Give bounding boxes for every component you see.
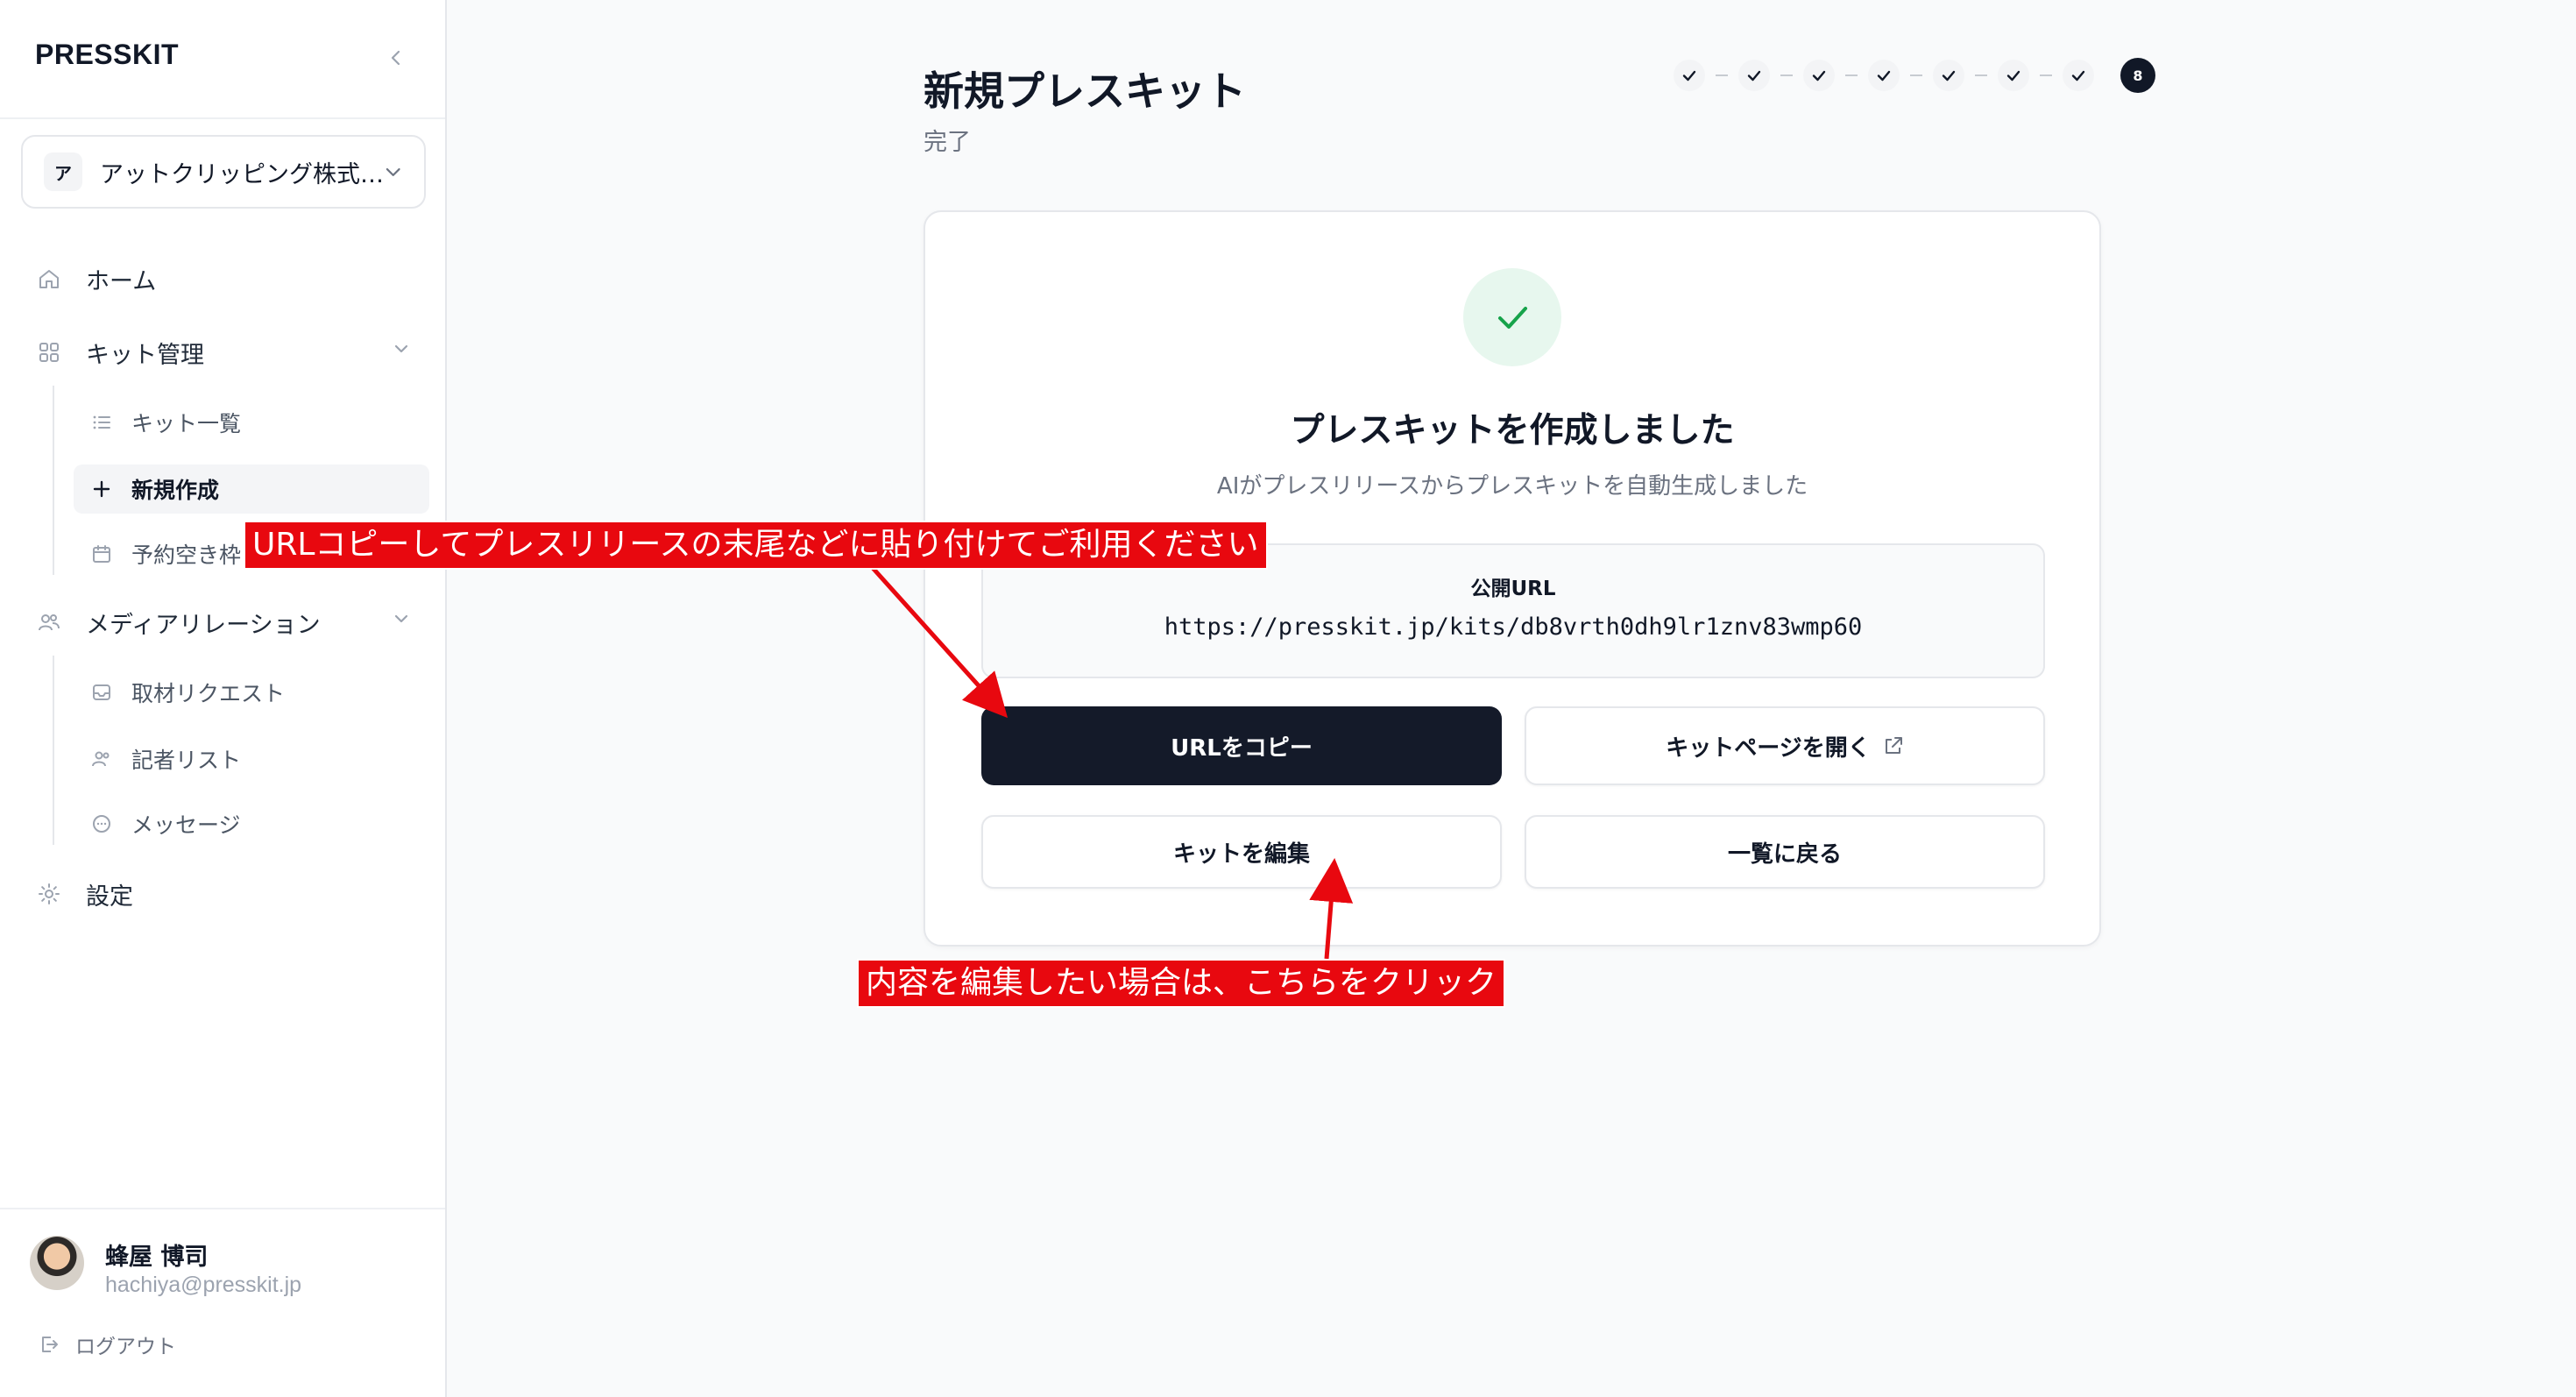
sidebar: PRESSKIT ア アットクリッピング株式… ホーム キット管理 キット一覧 … — [0, 0, 447, 1397]
brand-logo: PRESSKIT — [35, 39, 180, 70]
logout-icon — [42, 1337, 58, 1352]
sidebar-item-label: 記者リスト — [131, 748, 242, 773]
public-url-label: 公開URL — [1470, 578, 1556, 600]
check-icon — [1747, 70, 1761, 82]
step-completed — [1803, 60, 1835, 91]
home-icon — [35, 265, 63, 293]
sidebar-item-new-create[interactable]: 新規作成 — [74, 464, 429, 514]
copy-url-button[interactable]: URLをコピー — [981, 706, 1502, 785]
user-name: 蜂屋 博司 — [105, 1244, 209, 1271]
step-completed — [2063, 60, 2094, 91]
progress-stepper: 8 — [1674, 56, 2155, 95]
gear-icon — [35, 880, 63, 908]
org-name: アットクリッピング株式… — [100, 160, 383, 188]
sidebar-collapse-button[interactable] — [382, 44, 410, 72]
sidebar-item-label: 予約空き枠 — [131, 542, 242, 568]
page-subtitle: 完了 — [924, 129, 971, 156]
success-badge — [1463, 268, 1561, 366]
sidebar-item-home[interactable]: ホーム — [21, 252, 426, 305]
check-icon — [1498, 307, 1527, 329]
logout-button[interactable]: ログアウト — [39, 1327, 176, 1362]
sidebar-item-label: 取材リクエスト — [131, 681, 286, 706]
check-icon — [2071, 70, 2085, 82]
card-description: AIがプレスリリースからプレスキットを自動生成しました — [1216, 473, 1808, 500]
message-icon — [89, 812, 114, 836]
page-title: 新規プレスキット — [924, 67, 1246, 115]
check-icon — [1812, 70, 1826, 82]
step-completed — [1674, 60, 1705, 91]
step-current: 8 — [2120, 58, 2155, 93]
sidebar-item-messages[interactable]: メッセージ — [74, 799, 429, 848]
sidebar-divider — [0, 1208, 445, 1209]
sidebar-item-label: キット管理 — [86, 341, 204, 369]
users-icon — [89, 747, 114, 771]
public-url-value[interactable]: https://presskit.jp/kits/db8vrth0dh9lr1z… — [983, 613, 2043, 641]
submenu-guide-line — [53, 386, 54, 575]
step-connector — [1780, 74, 1793, 76]
edit-kit-button-label: キットを編集 — [1172, 840, 1310, 868]
chevron-down-icon — [394, 614, 408, 623]
list-icon — [89, 410, 114, 435]
step-connector — [2040, 74, 2052, 76]
check-icon — [1682, 70, 1696, 82]
step-completed — [1998, 60, 2029, 91]
back-to-list-button[interactable]: 一覧に戻る — [1525, 815, 2045, 889]
chevron-down-icon — [386, 167, 400, 176]
sidebar-item-label: メディアリレーション — [86, 611, 321, 639]
step-completed — [1868, 60, 1900, 91]
sidebar-item-label: 設定 — [86, 883, 133, 911]
sidebar-item-kit-management[interactable]: キット管理 — [21, 326, 426, 379]
org-selector[interactable]: ア アットクリッピング株式… — [21, 135, 426, 209]
sidebar-item-label: ホーム — [86, 267, 157, 295]
check-icon — [1942, 70, 1956, 82]
inbox-icon — [89, 680, 114, 705]
sidebar-item-journalist-list[interactable]: 記者リスト — [74, 734, 429, 784]
submenu-guide-line — [53, 656, 54, 845]
annotation-edit-note: 内容を編集したい場合は、こちらをクリック — [857, 959, 1506, 1008]
check-icon — [2006, 70, 2020, 82]
logout-label: ログアウト — [75, 1336, 176, 1358]
grid-icon — [35, 338, 63, 366]
sidebar-item-label: キット一覧 — [131, 411, 242, 436]
sidebar-item-kit-list[interactable]: キット一覧 — [74, 398, 429, 447]
sidebar-item-label: 新規作成 — [131, 478, 220, 503]
org-avatar: ア — [44, 152, 82, 191]
sidebar-item-media-relations[interactable]: メディアリレーション — [21, 596, 426, 649]
back-to-list-button-label: 一覧に戻る — [1727, 840, 1842, 868]
plus-icon — [89, 477, 114, 501]
annotation-copy-note: URLコピーしてプレスリリースの末尾などに貼り付けてご利用ください — [244, 521, 1268, 570]
check-icon — [1877, 70, 1891, 82]
step-completed — [1933, 60, 1964, 91]
users-icon — [35, 608, 63, 636]
open-kit-page-button-label: キットページを開く — [1666, 734, 1871, 762]
completion-card: プレスキットを作成しました AIがプレスリリースからプレスキットを自動生成しまし… — [924, 210, 2101, 947]
step-completed — [1738, 60, 1770, 91]
chevron-down-icon — [394, 344, 408, 353]
external-link-icon — [1883, 735, 1904, 756]
sidebar-item-settings[interactable]: 設定 — [21, 868, 426, 920]
step-connector — [1910, 74, 1922, 76]
open-kit-page-button[interactable]: キットページを開く — [1525, 706, 2045, 785]
edit-kit-button[interactable]: キットを編集 — [981, 815, 1502, 889]
chevron-left-icon — [391, 50, 400, 66]
user-email: hachiya@presskit.jp — [105, 1273, 302, 1297]
sidebar-divider — [0, 117, 445, 119]
copy-url-button-label: URLをコピー — [1171, 734, 1313, 762]
step-connector — [1975, 74, 1987, 76]
card-title: プレスキットを作成しました — [1290, 411, 1735, 450]
step-connector — [1845, 74, 1858, 76]
avatar — [30, 1236, 84, 1290]
calendar-icon — [89, 542, 114, 566]
sidebar-item-label: メッセージ — [131, 812, 241, 838]
step-connector — [1716, 74, 1728, 76]
sidebar-item-interview-requests[interactable]: 取材リクエスト — [74, 668, 429, 717]
